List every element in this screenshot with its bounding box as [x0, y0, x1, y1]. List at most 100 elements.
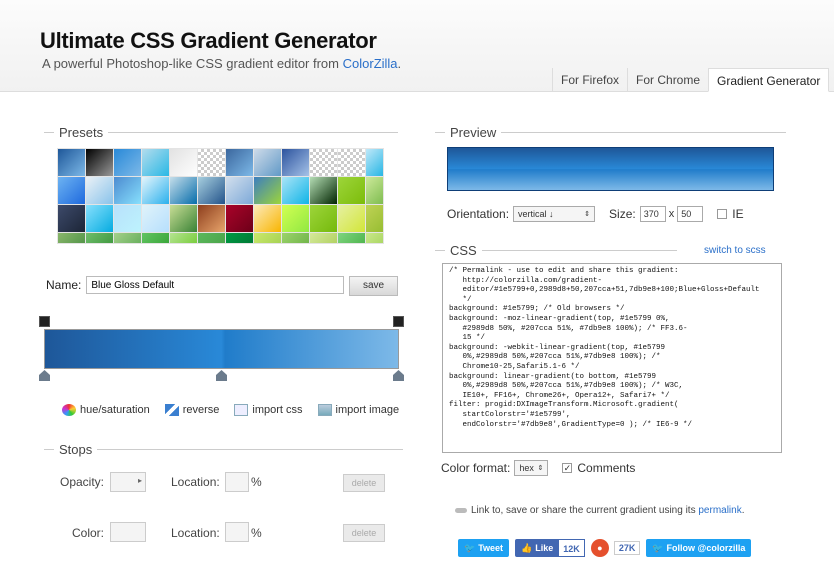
preset-swatch[interactable] — [366, 149, 383, 176]
preset-swatch[interactable] — [282, 205, 309, 232]
reverse-arrows-icon — [164, 404, 179, 416]
colorzilla-link[interactable]: ColorZilla — [343, 56, 398, 71]
color-location-percent: % — [251, 526, 262, 540]
width-input[interactable]: 370 — [639, 206, 666, 222]
preset-swatch[interactable] — [170, 177, 197, 204]
ie-checkbox[interactable] — [717, 209, 728, 219]
preset-swatch[interactable] — [338, 233, 365, 243]
reddit-button[interactable]: ● 27K — [590, 539, 641, 557]
preset-swatch[interactable] — [58, 205, 85, 232]
preset-swatch[interactable] — [254, 177, 281, 204]
preset-swatch[interactable] — [170, 149, 197, 176]
nav-tab-gradient-generator[interactable]: Gradient Generator — [708, 68, 830, 92]
preset-swatch[interactable] — [142, 149, 169, 176]
color-stop-50[interactable] — [216, 370, 227, 381]
orientation-select[interactable]: vertical ↓ ⇕ — [513, 206, 596, 222]
permalink-row: Link to, save or share the current gradi… — [455, 505, 745, 516]
gradient-name-input[interactable] — [86, 276, 345, 294]
image-import-icon — [317, 404, 332, 416]
follow-button[interactable]: 🐦 Follow @colorzilla — [646, 539, 752, 557]
opacity-label: Opacity: — [60, 475, 105, 489]
preset-swatch[interactable] — [86, 177, 113, 204]
opacity-stop-left[interactable] — [39, 316, 50, 327]
color-stop-100[interactable] — [393, 370, 404, 381]
preset-swatch[interactable] — [310, 149, 337, 176]
preset-swatch[interactable] — [170, 233, 197, 243]
opacity-delete-button[interactable]: delete — [343, 474, 385, 492]
presets-legend: Presets — [44, 125, 399, 140]
preset-swatch[interactable] — [254, 205, 281, 232]
preset-swatch[interactable] — [142, 177, 169, 204]
opacity-stop-right[interactable] — [393, 316, 404, 327]
color-stop-0[interactable] — [39, 370, 50, 381]
page-header: Ultimate CSS Gradient Generator A powerf… — [0, 0, 834, 92]
preset-swatch[interactable] — [366, 177, 383, 204]
stops-legend: Stops — [44, 442, 404, 457]
preset-swatch[interactable] — [198, 149, 225, 176]
preset-swatch[interactable] — [58, 177, 85, 204]
social-buttons: 🐦 Tweet 👍 Like 12K ● 27K 🐦 Follow @colorzilla — [458, 539, 752, 557]
orientation-label: Orientation: — [447, 207, 510, 221]
preset-swatch[interactable] — [86, 149, 113, 176]
twitter-bird-icon: 🐦 — [464, 542, 476, 553]
preset-swatch[interactable] — [338, 205, 365, 232]
name-row: Name: — [46, 276, 345, 294]
import-css-button[interactable]: import css — [234, 404, 303, 416]
tweet-button[interactable]: 🐦 Tweet — [458, 539, 510, 557]
color-label: Color: — [72, 526, 105, 540]
name-label: Name: — [46, 278, 82, 292]
preset-swatch[interactable] — [254, 233, 281, 243]
preset-swatch[interactable] — [198, 177, 225, 204]
preset-swatch[interactable] — [310, 205, 337, 232]
preset-swatch[interactable] — [58, 149, 85, 176]
hue-saturation-button[interactable]: hue/saturation — [62, 404, 150, 416]
gradient-editor-bar[interactable] — [44, 329, 399, 369]
preset-swatch[interactable] — [226, 177, 253, 204]
preset-swatch[interactable] — [310, 177, 337, 204]
preset-swatch[interactable] — [226, 149, 253, 176]
opacity-location-input[interactable] — [225, 472, 249, 492]
preset-swatch[interactable] — [86, 205, 113, 232]
opacity-input[interactable]: ▸ — [110, 472, 146, 492]
import-image-button[interactable]: import image — [317, 404, 399, 416]
nav-tab-chrome[interactable]: For Chrome — [627, 68, 708, 92]
preset-swatch[interactable] — [198, 233, 225, 243]
preset-swatch[interactable] — [254, 149, 281, 176]
color-input[interactable] — [110, 522, 146, 542]
preset-swatch[interactable] — [142, 205, 169, 232]
color-delete-button[interactable]: delete — [343, 524, 385, 542]
preset-swatch[interactable] — [338, 177, 365, 204]
preset-swatch[interactable] — [310, 233, 337, 243]
permalink-link[interactable]: permalink — [698, 505, 741, 516]
preset-swatch[interactable] — [366, 233, 383, 243]
color-location-input[interactable] — [225, 522, 249, 542]
css-code-output[interactable]: /* Permalink - use to edit and share thi… — [442, 263, 782, 453]
preset-swatch[interactable] — [86, 233, 113, 243]
gradient-preview — [447, 147, 774, 191]
reverse-button[interactable]: reverse — [164, 404, 219, 416]
color-wheel-icon — [62, 404, 76, 416]
preset-swatch[interactable] — [226, 205, 253, 232]
preset-swatch[interactable] — [114, 177, 141, 204]
preset-swatch[interactable] — [58, 233, 85, 243]
height-input[interactable]: 50 — [677, 206, 704, 222]
preset-swatch[interactable] — [282, 149, 309, 176]
preset-swatch[interactable] — [114, 233, 141, 243]
preset-swatch[interactable] — [142, 233, 169, 243]
preset-swatch[interactable] — [338, 149, 365, 176]
switch-to-scss-link[interactable]: switch to scss — [704, 245, 766, 256]
preset-swatch[interactable] — [198, 205, 225, 232]
facebook-like-button[interactable]: 👍 Like 12K — [515, 539, 585, 557]
preset-swatch[interactable] — [114, 205, 141, 232]
comments-checkbox[interactable]: ✓ — [562, 463, 573, 473]
presets-grid — [57, 148, 384, 244]
preset-swatch[interactable] — [282, 233, 309, 243]
preset-swatch[interactable] — [226, 233, 253, 243]
nav-tab-firefox[interactable]: For Firefox — [552, 68, 627, 92]
color-format-select[interactable]: hex ⇕ — [514, 460, 549, 476]
preset-swatch[interactable] — [170, 205, 197, 232]
preset-swatch[interactable] — [282, 177, 309, 204]
preset-swatch[interactable] — [366, 205, 383, 232]
preset-swatch[interactable] — [114, 149, 141, 176]
save-button[interactable]: save — [349, 276, 398, 296]
